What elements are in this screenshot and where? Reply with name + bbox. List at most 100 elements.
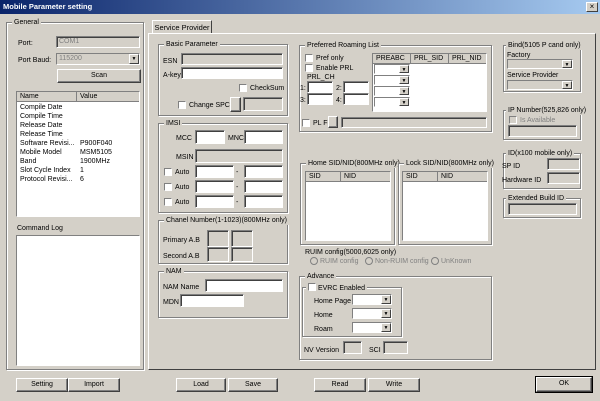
auto-field-2b[interactable] [244, 180, 283, 193]
cell-name: Slot Cycle Index [20, 167, 71, 174]
cell-name: Release Date [20, 122, 63, 129]
primary-b-field [231, 230, 253, 247]
change-spc-checkbox[interactable] [178, 101, 186, 109]
mdn-label: MDN [163, 299, 179, 306]
save-button[interactable]: Save [228, 378, 278, 392]
chevron-down-icon[interactable]: ▼ [399, 98, 409, 106]
mcc-field[interactable] [195, 130, 225, 144]
table-header-name[interactable]: Name [17, 92, 77, 102]
nv-version-label: NV Version [304, 347, 340, 354]
id-title: ID(x100 mobile only) [506, 149, 575, 158]
factory-select[interactable]: ▼ [507, 59, 573, 69]
nam-name-field[interactable] [205, 279, 283, 292]
window-titlebar: Mobile Parameter setting [0, 0, 600, 14]
mcc-label: MCC [176, 135, 192, 142]
mdn-field[interactable] [180, 294, 244, 307]
auto-field-1a[interactable] [195, 165, 234, 178]
enable-prl-checkbox[interactable] [305, 64, 313, 72]
cell-value: 6 [80, 176, 84, 183]
chevron-down-icon[interactable]: ▼ [129, 54, 139, 64]
home-sid-header[interactable]: SID [306, 172, 341, 182]
prl-file-browse-button[interactable] [328, 116, 338, 128]
load-button[interactable]: Load [176, 378, 226, 392]
ruim-config-radio[interactable] [310, 257, 318, 265]
lock-nid-header[interactable]: NID [438, 172, 487, 182]
prl-row-select[interactable]: ▼ [374, 97, 410, 107]
chevron-down-icon[interactable]: ▼ [381, 323, 391, 332]
chevron-down-icon[interactable]: ▼ [399, 65, 409, 73]
home-select[interactable]: ▼ [352, 308, 392, 319]
nv-version-field [343, 341, 362, 354]
akey-field[interactable] [181, 67, 283, 79]
home-nid-header[interactable]: NID [341, 172, 390, 182]
baud-select[interactable]: 115200 ▼ [56, 53, 140, 65]
prl-row-select[interactable]: ▼ [374, 75, 410, 85]
write-button[interactable]: Write [368, 378, 420, 392]
auto-label-3: Auto [175, 199, 190, 206]
chevron-down-icon[interactable]: ▼ [381, 295, 391, 304]
cell-name: Band [20, 158, 37, 165]
lock-sid-title: Lock SID/NID(800MHz only) [404, 159, 496, 168]
pref-only-checkbox[interactable] [305, 54, 313, 62]
auto-label-1: Auto [175, 169, 190, 176]
auto-label-2: Auto [175, 184, 190, 191]
cell-name: Protocol Revisi... [20, 176, 73, 183]
command-log[interactable] [16, 235, 140, 366]
checksum-checkbox[interactable] [239, 84, 247, 92]
prl-ch-field-4[interactable] [343, 93, 369, 105]
read-button[interactable]: Read [314, 378, 366, 392]
non-ruim-config-radio[interactable] [365, 257, 373, 265]
auto-field-1b[interactable] [244, 165, 283, 178]
setting-button[interactable]: Setting [16, 378, 68, 392]
port-field[interactable]: COM1 [56, 36, 140, 48]
prl-row-select[interactable]: ▼ [374, 64, 410, 74]
mnc-field[interactable] [244, 130, 283, 144]
sp-id-field [547, 158, 580, 170]
chevron-down-icon[interactable]: ▼ [381, 309, 391, 318]
service-provider-select[interactable]: ▼ [507, 80, 573, 90]
lock-sid-table[interactable]: SID NID [402, 171, 488, 241]
home-page-select[interactable]: ▼ [352, 294, 392, 305]
evrc-checkbox[interactable] [308, 283, 316, 291]
mnc-label: MNC [228, 135, 244, 142]
cell-value: MSM5105 [80, 149, 112, 156]
auto-field-3b[interactable] [244, 195, 283, 208]
auto-checkbox-2[interactable] [164, 183, 172, 191]
auto-checkbox-1[interactable] [164, 168, 172, 176]
bind-title: Bind(5105 P cand only) [506, 41, 583, 50]
prl-ch-field-2[interactable] [343, 81, 369, 93]
is-available-checkbox[interactable] [509, 116, 517, 124]
ip-number-title: IP Number(525,826 only) [506, 106, 589, 115]
prl-header-nid[interactable]: PRL_NID [449, 54, 486, 64]
ok-button[interactable]: OK [535, 376, 593, 393]
prl-header-sid[interactable]: PRL_SID [411, 54, 449, 64]
auto-checkbox-3[interactable] [164, 198, 172, 206]
home-sid-table[interactable]: SID NID [305, 171, 391, 241]
auto-field-3a[interactable] [195, 195, 234, 208]
auto-field-2a[interactable] [195, 180, 234, 193]
prl-header-preabc[interactable]: PREABC [373, 54, 411, 64]
roam-select[interactable]: ▼ [352, 322, 392, 333]
ruim-config-label: RUIM config [320, 258, 359, 265]
chevron-down-icon[interactable]: ▼ [399, 76, 409, 84]
evrc-label: EVRC Enabled [317, 285, 366, 292]
lock-sid-header[interactable]: SID [403, 172, 438, 182]
spc-button[interactable] [230, 97, 241, 112]
tab-service-provider[interactable]: Service Provider [152, 20, 212, 34]
unknown-radio[interactable] [431, 257, 439, 265]
command-log-title: Command Log [17, 225, 63, 232]
chevron-down-icon[interactable]: ▼ [562, 60, 572, 68]
dash-2: - [236, 184, 239, 191]
prl-ch-field-1[interactable] [307, 81, 333, 93]
prl-ch-field-3[interactable] [307, 93, 333, 105]
close-icon[interactable]: × [586, 2, 598, 12]
prl-row-select[interactable]: ▼ [374, 86, 410, 96]
table-header-value[interactable]: Value [77, 92, 139, 102]
scan-button[interactable]: Scan [57, 69, 141, 83]
prl-file-checkbox[interactable] [302, 119, 310, 127]
cell-name: Release Time [20, 131, 63, 138]
import-button[interactable]: Import [68, 378, 120, 392]
chevron-down-icon[interactable]: ▼ [562, 81, 572, 89]
esn-label: ESN [163, 58, 178, 65]
chevron-down-icon[interactable]: ▼ [399, 87, 409, 95]
